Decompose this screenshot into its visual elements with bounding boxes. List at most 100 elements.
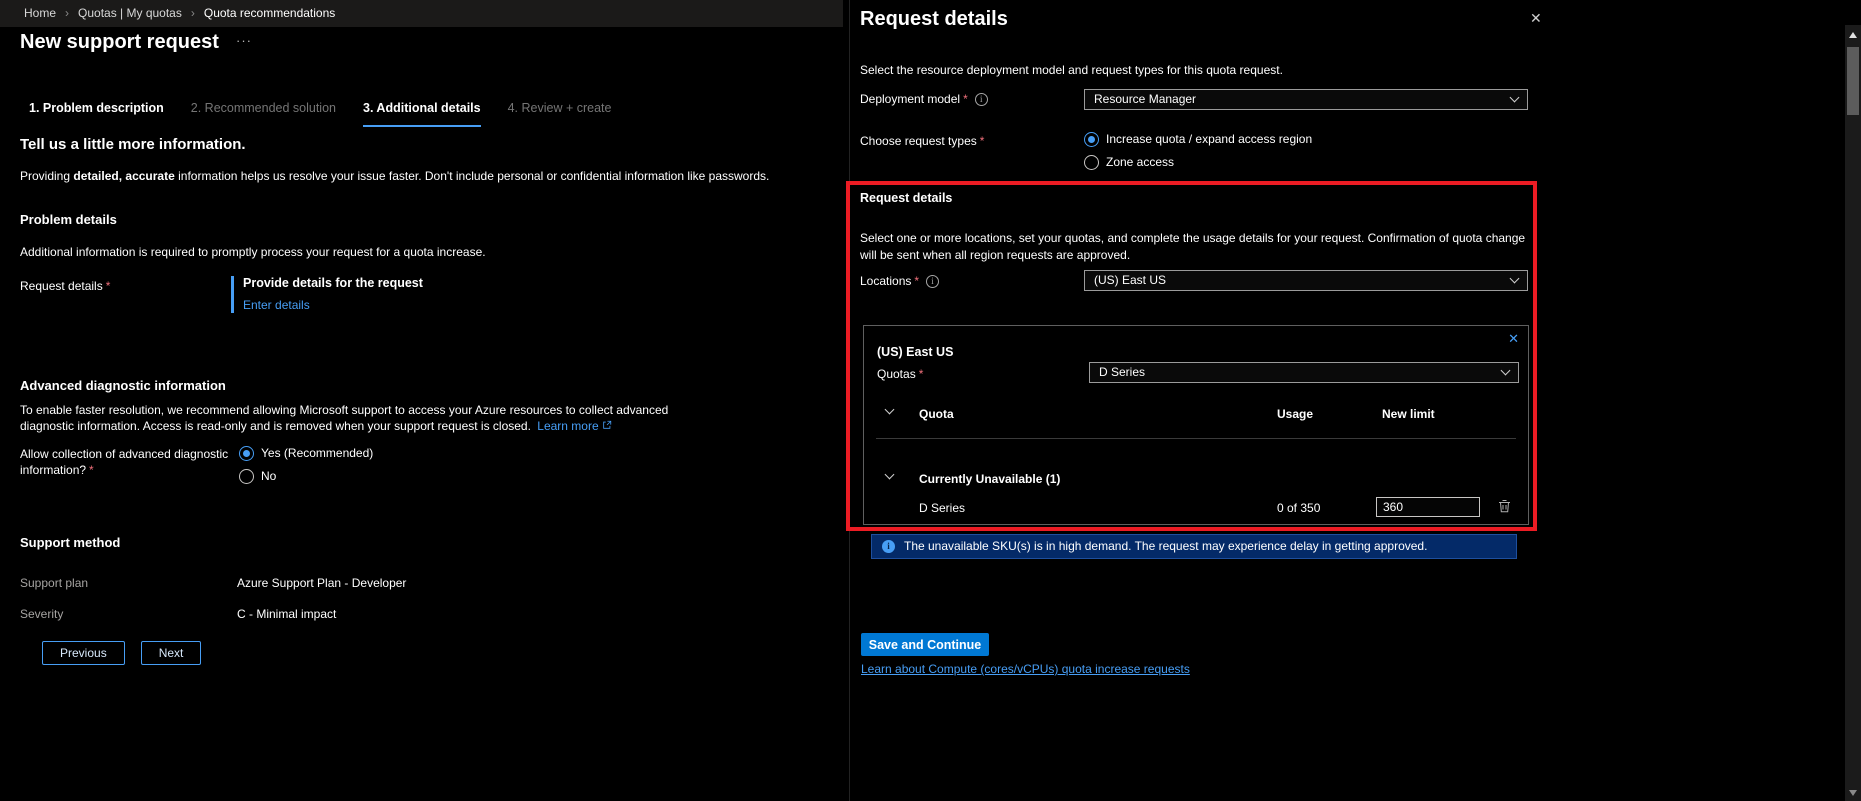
radio-no[interactable]: No bbox=[239, 469, 373, 484]
quotas-select[interactable]: D Series bbox=[1089, 362, 1519, 383]
page-title: New support request bbox=[20, 31, 219, 53]
allow-label-text: Allow collection of advanced diagnostic … bbox=[20, 447, 229, 478]
radio-unselected-icon bbox=[239, 469, 254, 484]
locations-select[interactable]: (US) East US bbox=[1084, 270, 1528, 291]
info-icon[interactable]: i bbox=[926, 275, 940, 288]
chevron-down-icon bbox=[1509, 92, 1520, 103]
table-divider bbox=[876, 438, 1516, 439]
learn-quota-requests-link[interactable]: Learn about Compute (cores/vCPUs) quota … bbox=[861, 662, 1190, 677]
breadcrumb-separator-icon: › bbox=[190, 6, 195, 20]
group-label-currently-unavailable: Currently Unavailable (1) bbox=[919, 472, 1061, 486]
diagnostic-radio-group: Yes (Recommended) No bbox=[239, 446, 373, 484]
scroll-thumb[interactable] bbox=[1847, 47, 1859, 115]
provide-details-title: Provide details for the request bbox=[243, 276, 423, 290]
tab-recommended-solution: 2. Recommended solution bbox=[190, 101, 336, 115]
request-details-panel: Request details ✕ Select the resource de… bbox=[849, 0, 1845, 801]
label-text: Choose request types bbox=[860, 134, 977, 148]
selected-value: (US) East US bbox=[1094, 273, 1167, 287]
region-name: (US) East US bbox=[877, 345, 954, 359]
scroll-up-icon[interactable] bbox=[1849, 32, 1857, 38]
remove-region-icon[interactable]: ✕ bbox=[1508, 331, 1519, 347]
label-text: Quotas bbox=[877, 367, 916, 381]
info-banner: i The unavailable SKU(s) is in high dema… bbox=[871, 534, 1517, 559]
intro-pre: Providing bbox=[20, 169, 74, 183]
radio-label: No bbox=[261, 469, 277, 483]
required-asterisk: * bbox=[914, 274, 920, 288]
banner-text: The unavailable SKU(s) is in high demand… bbox=[904, 539, 1428, 553]
panel-intro-text: Select the resource deployment model and… bbox=[860, 63, 1283, 77]
delete-row-icon[interactable] bbox=[1498, 499, 1511, 517]
request-details-section-description: Select one or more locations, set your q… bbox=[860, 231, 1526, 262]
quota-row-name: D Series bbox=[919, 501, 966, 515]
column-header-new-limit: New limit bbox=[1382, 407, 1435, 421]
allow-diagnostic-label: Allow collection of advanced diagnostic … bbox=[20, 446, 252, 478]
radio-selected-icon bbox=[1084, 132, 1099, 147]
tab-review-create: 4. Review + create bbox=[507, 101, 612, 115]
info-icon: i bbox=[882, 540, 895, 553]
support-method-heading: Support method bbox=[20, 535, 121, 550]
vertical-scrollbar[interactable] bbox=[1845, 25, 1861, 801]
deployment-model-select[interactable]: Resource Manager bbox=[1084, 89, 1528, 110]
chevron-down-icon bbox=[1500, 365, 1511, 376]
new-support-request-page: Home › Quotas | My quotas › Quota recomm… bbox=[0, 0, 849, 801]
label-text: Locations bbox=[860, 274, 912, 288]
advanced-diagnostic-description: To enable faster resolution, we recommen… bbox=[20, 402, 670, 434]
save-and-continue-button[interactable]: Save and Continue bbox=[861, 633, 989, 656]
support-plan-value: Azure Support Plan - Developer bbox=[237, 576, 407, 590]
radio-yes-recommended[interactable]: Yes (Recommended) bbox=[239, 446, 373, 461]
scroll-down-icon[interactable] bbox=[1849, 790, 1857, 796]
advanced-diagnostic-heading: Advanced diagnostic information bbox=[20, 378, 226, 393]
breadcrumb-separator-icon: › bbox=[65, 6, 70, 20]
breadcrumb-current: Quota recommendations bbox=[203, 6, 336, 20]
request-details-section-heading: Request details bbox=[860, 191, 953, 205]
info-icon[interactable]: i bbox=[974, 93, 988, 106]
expand-quota-group-icon[interactable] bbox=[884, 404, 895, 415]
learn-more-link[interactable]: Learn more bbox=[537, 419, 598, 433]
quota-row-usage: 0 of 350 bbox=[1277, 501, 1321, 515]
radio-selected-icon bbox=[239, 446, 254, 461]
radio-zone-access[interactable]: Zone access bbox=[1084, 155, 1312, 170]
problem-details-description: Additional information is required to pr… bbox=[20, 245, 486, 259]
request-types-radio-group: Increase quota / expand access region Zo… bbox=[1084, 132, 1312, 170]
radio-label: Yes (Recommended) bbox=[261, 446, 374, 460]
support-plan-label: Support plan bbox=[20, 576, 89, 590]
breadcrumb-quotas[interactable]: Quotas | My quotas bbox=[78, 6, 182, 21]
radio-unselected-icon bbox=[1084, 155, 1099, 170]
quotas-label: Quotas * bbox=[877, 367, 923, 382]
required-asterisk: * bbox=[89, 463, 94, 478]
radio-label: Increase quota / expand access region bbox=[1106, 132, 1313, 146]
severity-label: Severity bbox=[20, 607, 64, 621]
section-heading-more-info: Tell us a little more information. bbox=[20, 136, 246, 153]
required-asterisk: * bbox=[918, 367, 924, 381]
expand-unavailable-group-icon[interactable] bbox=[884, 469, 895, 480]
radio-label: Zone access bbox=[1106, 155, 1175, 169]
intro-post: information helps us resolve your issue … bbox=[174, 169, 770, 183]
wizard-steps: 1. Problem description 2. Recommended so… bbox=[29, 101, 611, 127]
request-details-field-label: Request details * bbox=[20, 279, 110, 294]
enter-details-link[interactable]: Enter details bbox=[243, 298, 310, 313]
request-details-field: Provide details for the request Enter de… bbox=[231, 276, 423, 313]
required-asterisk: * bbox=[979, 134, 985, 148]
previous-button[interactable]: Previous bbox=[42, 641, 125, 665]
selected-value: Resource Manager bbox=[1094, 92, 1197, 106]
problem-details-heading: Problem details bbox=[20, 212, 117, 227]
breadcrumb-home[interactable]: Home bbox=[24, 6, 56, 21]
new-limit-input[interactable] bbox=[1376, 497, 1480, 517]
request-types-label: Choose request types * bbox=[860, 134, 984, 149]
radio-increase-quota[interactable]: Increase quota / expand access region bbox=[1084, 132, 1312, 147]
required-asterisk: * bbox=[963, 92, 968, 106]
panel-title: Request details bbox=[860, 8, 1008, 30]
tab-additional-details[interactable]: 3. Additional details bbox=[363, 101, 481, 127]
close-icon[interactable]: ✕ bbox=[1530, 10, 1542, 28]
required-asterisk: * bbox=[105, 279, 111, 293]
chevron-down-icon bbox=[1509, 273, 1520, 284]
tab-problem-description[interactable]: 1. Problem description bbox=[29, 101, 164, 127]
deployment-model-label: Deployment model * i bbox=[860, 92, 988, 107]
wizard-footer: Previous Next bbox=[42, 641, 202, 665]
field-label-text: Request details bbox=[20, 279, 103, 293]
column-header-usage: Usage bbox=[1277, 407, 1314, 421]
intro-bold: detailed, accurate bbox=[73, 169, 175, 183]
more-menu-icon[interactable]: ··· bbox=[236, 33, 252, 49]
next-button[interactable]: Next bbox=[140, 641, 202, 665]
selected-value: D Series bbox=[1099, 365, 1146, 379]
